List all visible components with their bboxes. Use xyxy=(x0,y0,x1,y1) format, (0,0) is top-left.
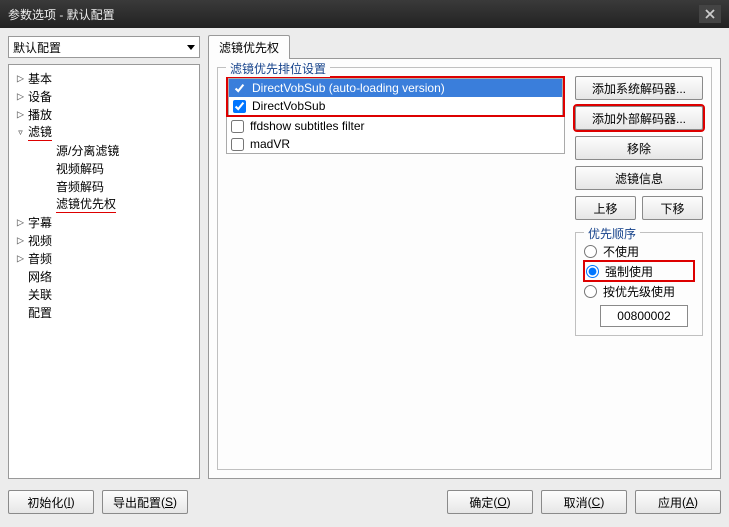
tree-node[interactable]: ▷设备 xyxy=(9,87,199,105)
title-bar: 参数选项 - 默认配置 xyxy=(0,0,729,28)
tree-node[interactable]: 配置 xyxy=(9,303,199,321)
tree-label: 音频 xyxy=(28,250,52,267)
filter-row[interactable]: madVR xyxy=(227,135,564,153)
filter-list-rest[interactable]: ffdshow subtitles filter madVR xyxy=(226,117,565,154)
tree-label: 滤镜优先权 xyxy=(56,195,116,213)
tab-bar: 滤镜优先权 xyxy=(208,36,721,58)
tree-twisty-icon: ▷ xyxy=(15,233,26,247)
filter-label: DirectVobSub xyxy=(252,99,325,113)
tree-label: 音频解码 xyxy=(56,178,104,195)
filter-info-button[interactable]: 滤镜信息 xyxy=(575,166,703,190)
filter-list[interactable]: DirectVobSub (auto-loading version) Direc… xyxy=(228,78,563,115)
tree-node[interactable]: ▷播放 xyxy=(9,105,199,123)
priority-radio-bylevel[interactable]: 按优先级使用 xyxy=(584,281,694,301)
tree-label: 滤镜 xyxy=(28,123,52,141)
preset-select[interactable]: 默认配置 xyxy=(8,36,200,58)
tree-label: 播放 xyxy=(28,106,52,123)
priority-radio-force[interactable]: 强制使用 xyxy=(584,261,694,281)
tree-twisty-icon: ▷ xyxy=(15,251,26,265)
priority-value-input[interactable]: 00800002 xyxy=(600,305,688,327)
tree-node[interactable]: ▿滤镜 xyxy=(9,123,199,141)
filter-row[interactable]: DirectVobSub xyxy=(229,97,562,115)
tree-node[interactable]: ▷基本 xyxy=(9,69,199,87)
add-external-decoder-button[interactable]: 添加外部解码器... xyxy=(575,106,703,130)
close-icon xyxy=(705,9,715,19)
tree-node[interactable]: 关联 xyxy=(9,285,199,303)
filter-label: ffdshow subtitles filter xyxy=(250,119,365,133)
filter-row[interactable]: DirectVobSub (auto-loading version) xyxy=(229,79,562,97)
filter-label: madVR xyxy=(250,137,290,151)
tree-twisty-icon: ▷ xyxy=(15,215,26,229)
filter-checkbox[interactable] xyxy=(233,100,246,113)
cancel-button[interactable]: 取消(C) xyxy=(541,490,627,514)
move-down-button[interactable]: 下移 xyxy=(642,196,703,220)
apply-button[interactable]: 应用(A) xyxy=(635,490,721,514)
tree-node[interactable]: 滤镜优先权 xyxy=(9,195,199,213)
filter-checkbox[interactable] xyxy=(231,138,244,151)
ok-button[interactable]: 确定(O) xyxy=(447,490,533,514)
chevron-down-icon xyxy=(187,45,195,50)
priority-legend: 优先顺序 xyxy=(584,225,640,242)
filter-checkbox[interactable] xyxy=(231,120,244,133)
initialize-button[interactable]: 初始化(I) xyxy=(8,490,94,514)
filter-row[interactable]: ffdshow subtitles filter xyxy=(227,117,564,135)
preset-value: 默认配置 xyxy=(13,39,61,56)
window-title: 参数选项 - 默认配置 xyxy=(8,6,115,23)
filter-label: DirectVobSub (auto-loading version) xyxy=(252,81,445,95)
export-config-button[interactable]: 导出配置(S) xyxy=(102,490,188,514)
tree-node[interactable]: ▷音频 xyxy=(9,249,199,267)
category-tree[interactable]: ▷基本▷设备▷播放▿滤镜源/分离滤镜视频解码音频解码滤镜优先权▷字幕▷视频▷音频… xyxy=(8,64,200,479)
radio-force[interactable] xyxy=(586,265,599,278)
tree-label: 视频 xyxy=(28,232,52,249)
priority-order-group: 优先顺序 不使用 强制使用 xyxy=(575,232,703,336)
tree-twisty-icon: ▷ xyxy=(15,89,26,103)
tree-node[interactable]: 网络 xyxy=(9,267,199,285)
tree-label: 关联 xyxy=(28,286,52,303)
add-system-decoder-button[interactable]: 添加系统解码器... xyxy=(575,76,703,100)
tree-label: 网络 xyxy=(28,268,52,285)
priority-radio-none[interactable]: 不使用 xyxy=(584,241,694,261)
tree-label: 基本 xyxy=(28,70,52,87)
tree-label: 视频解码 xyxy=(56,160,104,177)
radio-none[interactable] xyxy=(584,245,597,258)
remove-button[interactable]: 移除 xyxy=(575,136,703,160)
tree-node[interactable]: ▷字幕 xyxy=(9,213,199,231)
tree-twisty-icon: ▿ xyxy=(15,125,26,139)
tree-label: 字幕 xyxy=(28,214,52,231)
dialog-button-bar: 初始化(I) 导出配置(S) 确定(O) 取消(C) 应用(A) xyxy=(8,485,721,519)
filter-checkbox[interactable] xyxy=(233,82,246,95)
tree-label: 设备 xyxy=(28,88,52,105)
tree-twisty-icon: ▷ xyxy=(15,107,26,121)
filter-priority-fieldset: 滤镜优先排位设置 DirectVobSub (auto-loading vers… xyxy=(217,67,712,470)
radio-bylevel[interactable] xyxy=(584,285,597,298)
tab-panel: 滤镜优先排位设置 DirectVobSub (auto-loading vers… xyxy=(208,58,721,479)
tree-node[interactable]: 源/分离滤镜 xyxy=(9,141,199,159)
tree-node[interactable]: 音频解码 xyxy=(9,177,199,195)
move-up-button[interactable]: 上移 xyxy=(575,196,636,220)
highlighted-filter-frame: DirectVobSub (auto-loading version) Direc… xyxy=(226,76,565,117)
tree-twisty-icon: ▷ xyxy=(15,71,26,85)
tree-label: 源/分离滤镜 xyxy=(56,142,119,159)
close-button[interactable] xyxy=(699,5,721,23)
tree-node[interactable]: ▷视频 xyxy=(9,231,199,249)
tab-filter-priority[interactable]: 滤镜优先权 xyxy=(208,35,290,59)
tree-label: 配置 xyxy=(28,304,52,321)
fieldset-legend: 滤镜优先排位设置 xyxy=(226,60,330,77)
tree-node[interactable]: 视频解码 xyxy=(9,159,199,177)
